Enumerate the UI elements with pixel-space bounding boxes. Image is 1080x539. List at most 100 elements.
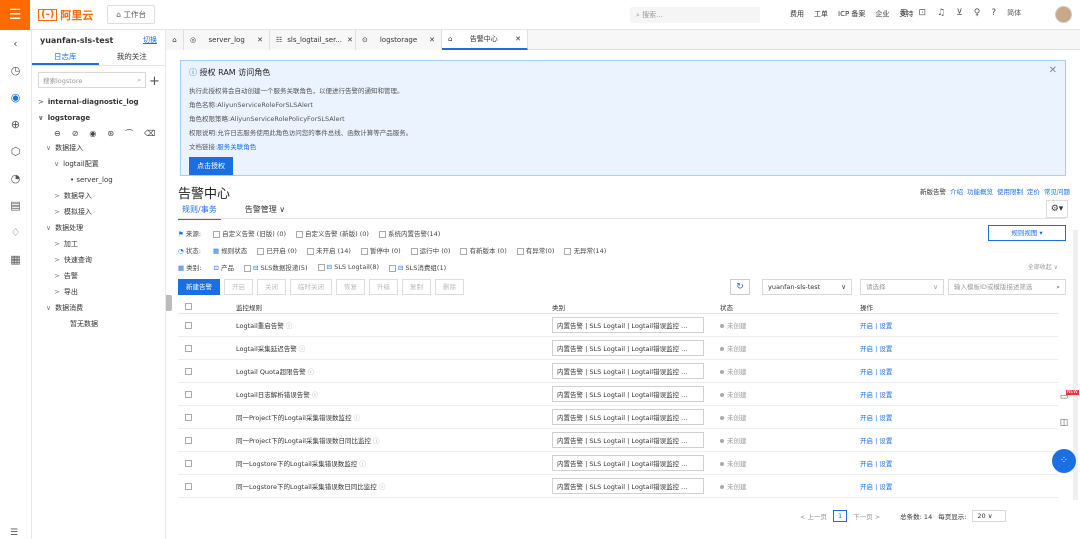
- new-alert-button[interactable]: 新建告警: [178, 279, 220, 295]
- tree-arrow-icon[interactable]: >: [54, 288, 60, 296]
- close-icon[interactable]: ✕: [429, 36, 435, 44]
- tree-arrow-icon[interactable]: ∨: [54, 160, 59, 168]
- bell-icon[interactable]: ♫: [937, 8, 945, 18]
- tree-node[interactable]: ∨ 数据处理: [32, 220, 165, 236]
- screen-icon[interactable]: ⊡: [919, 8, 927, 18]
- close-icon[interactable]: ✕: [515, 35, 521, 43]
- eye-icon[interactable]: ◉: [89, 129, 96, 138]
- tree-arrow-icon[interactable]: >: [54, 272, 60, 280]
- tab-alert-center[interactable]: ⌂ 告警中心 ✕: [442, 30, 528, 50]
- row-checkbox[interactable]: [178, 436, 202, 444]
- checkbox[interactable]: [185, 367, 192, 375]
- message-icon[interactable]: ▭: [1056, 392, 1072, 408]
- tree-node[interactable]: > 快速查询: [32, 252, 165, 268]
- source-option[interactable]: 自定义告警 (旧版) (0): [213, 228, 286, 238]
- authorize-button[interactable]: 点击授权: [189, 157, 233, 175]
- row-checkbox[interactable]: [178, 413, 202, 421]
- link-limits[interactable]: 使用限制: [997, 186, 1023, 196]
- tree-node[interactable]: 暂无数据: [32, 316, 165, 332]
- status-option[interactable]: 有新版本 (0): [460, 245, 507, 255]
- language-switch[interactable]: 简体: [1007, 8, 1021, 18]
- pin-icon[interactable]: ⊛: [107, 129, 114, 138]
- cube-icon[interactable]: ⬡: [0, 138, 31, 165]
- link-new-alert[interactable]: 新版告警: [920, 186, 946, 196]
- checkbox[interactable]: [185, 321, 192, 329]
- link-faq[interactable]: 常见问题: [1044, 186, 1070, 196]
- table-row[interactable]: Logtail日志解析错误告警 ⓘ 内置告警 | SLS Logtail | Log…: [178, 383, 1058, 406]
- tab-sls-logtail[interactable]: ☷ sls_logtail_ser... ✕: [270, 30, 356, 50]
- tree-arrow-icon[interactable]: ∨: [46, 224, 51, 232]
- help-circle-icon[interactable]: ⓘ: [299, 345, 306, 353]
- global-search-input[interactable]: ⌕ 搜索...: [630, 7, 760, 23]
- checkbox[interactable]: [185, 482, 192, 490]
- disable-button[interactable]: 关闭: [257, 279, 286, 295]
- row-checkbox[interactable]: [178, 367, 202, 375]
- table-row[interactable]: 同一Logstore下的Logtail采集错误数日同比监控 ⓘ 内置告警 | SLS…: [178, 475, 1058, 498]
- tree-node[interactable]: > 数据导入: [32, 188, 165, 204]
- checkbox[interactable]: [296, 230, 304, 238]
- rule-view-button[interactable]: 规则视图 ▾: [988, 225, 1066, 241]
- link-ticket[interactable]: 工单: [814, 9, 828, 19]
- category-option[interactable]: ⊟ SLS数据投递(5): [243, 262, 308, 272]
- checkbox[interactable]: [306, 247, 314, 255]
- refresh-icon[interactable]: ↻: [730, 279, 750, 295]
- tree-arrow-icon[interactable]: ∨: [46, 304, 51, 312]
- category-option[interactable]: ⊟ SLS Logtail(8): [317, 263, 379, 271]
- tab-logstore[interactable]: 日志库: [32, 50, 99, 65]
- search-icon[interactable]: ⌕: [1056, 280, 1060, 294]
- tree-arrow-icon[interactable]: >: [54, 208, 60, 216]
- fold-all-link[interactable]: 全部收起 ∨: [1028, 262, 1058, 271]
- status-option[interactable]: 有异常(0): [516, 245, 554, 255]
- trash-icon[interactable]: ⌫: [144, 129, 155, 138]
- tree-arrow-icon[interactable]: >: [54, 240, 60, 248]
- link-icp[interactable]: ICP 备案: [838, 9, 865, 19]
- link-enterprise[interactable]: 企业: [875, 9, 889, 19]
- query-icon[interactable]: ⊕: [0, 111, 31, 138]
- row-actions[interactable]: 开启 | 设置: [860, 483, 892, 491]
- collapse-handle[interactable]: [166, 295, 172, 311]
- close-icon[interactable]: ✕: [347, 36, 353, 44]
- table-row[interactable]: Logtail重启告警 ⓘ 内置告警 | SLS Logtail | Logtail…: [178, 314, 1058, 337]
- temp-disable-button[interactable]: 临时关闭: [290, 279, 332, 295]
- tree-node[interactable]: > 告警: [32, 268, 165, 284]
- restore-button[interactable]: 恢复: [336, 279, 365, 295]
- switch-project-link[interactable]: 切换: [143, 35, 157, 45]
- apps-float-icon[interactable]: ⁘: [1052, 449, 1076, 473]
- ops-cell[interactable]: 开启 | 设置: [860, 458, 1058, 468]
- checkbox[interactable]: [213, 230, 221, 238]
- row-checkbox[interactable]: [178, 482, 202, 490]
- help-circle-icon[interactable]: ⓘ: [373, 437, 380, 445]
- tree-arrow-icon[interactable]: >: [54, 256, 60, 264]
- alert-bell-icon[interactable]: ♢: [0, 219, 31, 246]
- checkbox[interactable]: [317, 263, 325, 271]
- link-billing[interactable]: 费用: [790, 9, 804, 19]
- prev-page-button[interactable]: < 上一页: [800, 511, 827, 521]
- home-tab-icon[interactable]: ⌂: [166, 30, 184, 50]
- per-page-select[interactable]: 20 ∨: [972, 510, 1007, 522]
- checkbox[interactable]: [185, 390, 192, 398]
- checkbox[interactable]: [185, 459, 192, 467]
- ops-cell[interactable]: 开启 | 设置: [860, 320, 1058, 330]
- help-circle-icon[interactable]: ⓘ: [379, 483, 386, 491]
- search-icon[interactable]: ⊖: [54, 129, 61, 138]
- page-number[interactable]: 1: [833, 510, 848, 522]
- checkbox[interactable]: [185, 344, 192, 352]
- add-logstore-icon[interactable]: +: [149, 74, 160, 89]
- row-checkbox[interactable]: [178, 321, 202, 329]
- table-row[interactable]: Logtail Quota超限告警 ⓘ 内置告警 | SLS Logtail | L…: [178, 360, 1058, 383]
- help-circle-icon[interactable]: ⓘ: [359, 460, 366, 468]
- link-pricing[interactable]: 定价: [1027, 186, 1040, 196]
- avatar[interactable]: [1055, 6, 1072, 23]
- template-search-input[interactable]: 输入模板ID或模版描述筛选 ⌕: [948, 279, 1066, 295]
- close-icon[interactable]: ✕: [257, 36, 263, 44]
- tree-node[interactable]: ∨ 数据消费: [32, 300, 165, 316]
- tree-node[interactable]: > internal-diagnostic_log: [32, 94, 165, 110]
- table-row[interactable]: 同一Logstore下的Logtail采集错误数监控 ⓘ 内置告警 | SLS Lo…: [178, 452, 1058, 475]
- upgrade-button[interactable]: 升级: [369, 279, 398, 295]
- tree-arrow-icon[interactable]: >: [54, 192, 60, 200]
- tree-arrow-icon[interactable]: ∨: [38, 114, 44, 122]
- source-option[interactable]: 系统内置告警(14): [378, 228, 440, 238]
- row-actions[interactable]: 开启 | 设置: [860, 391, 892, 399]
- checkbox[interactable]: [243, 264, 251, 272]
- close-notice-icon[interactable]: ✕: [1049, 65, 1057, 76]
